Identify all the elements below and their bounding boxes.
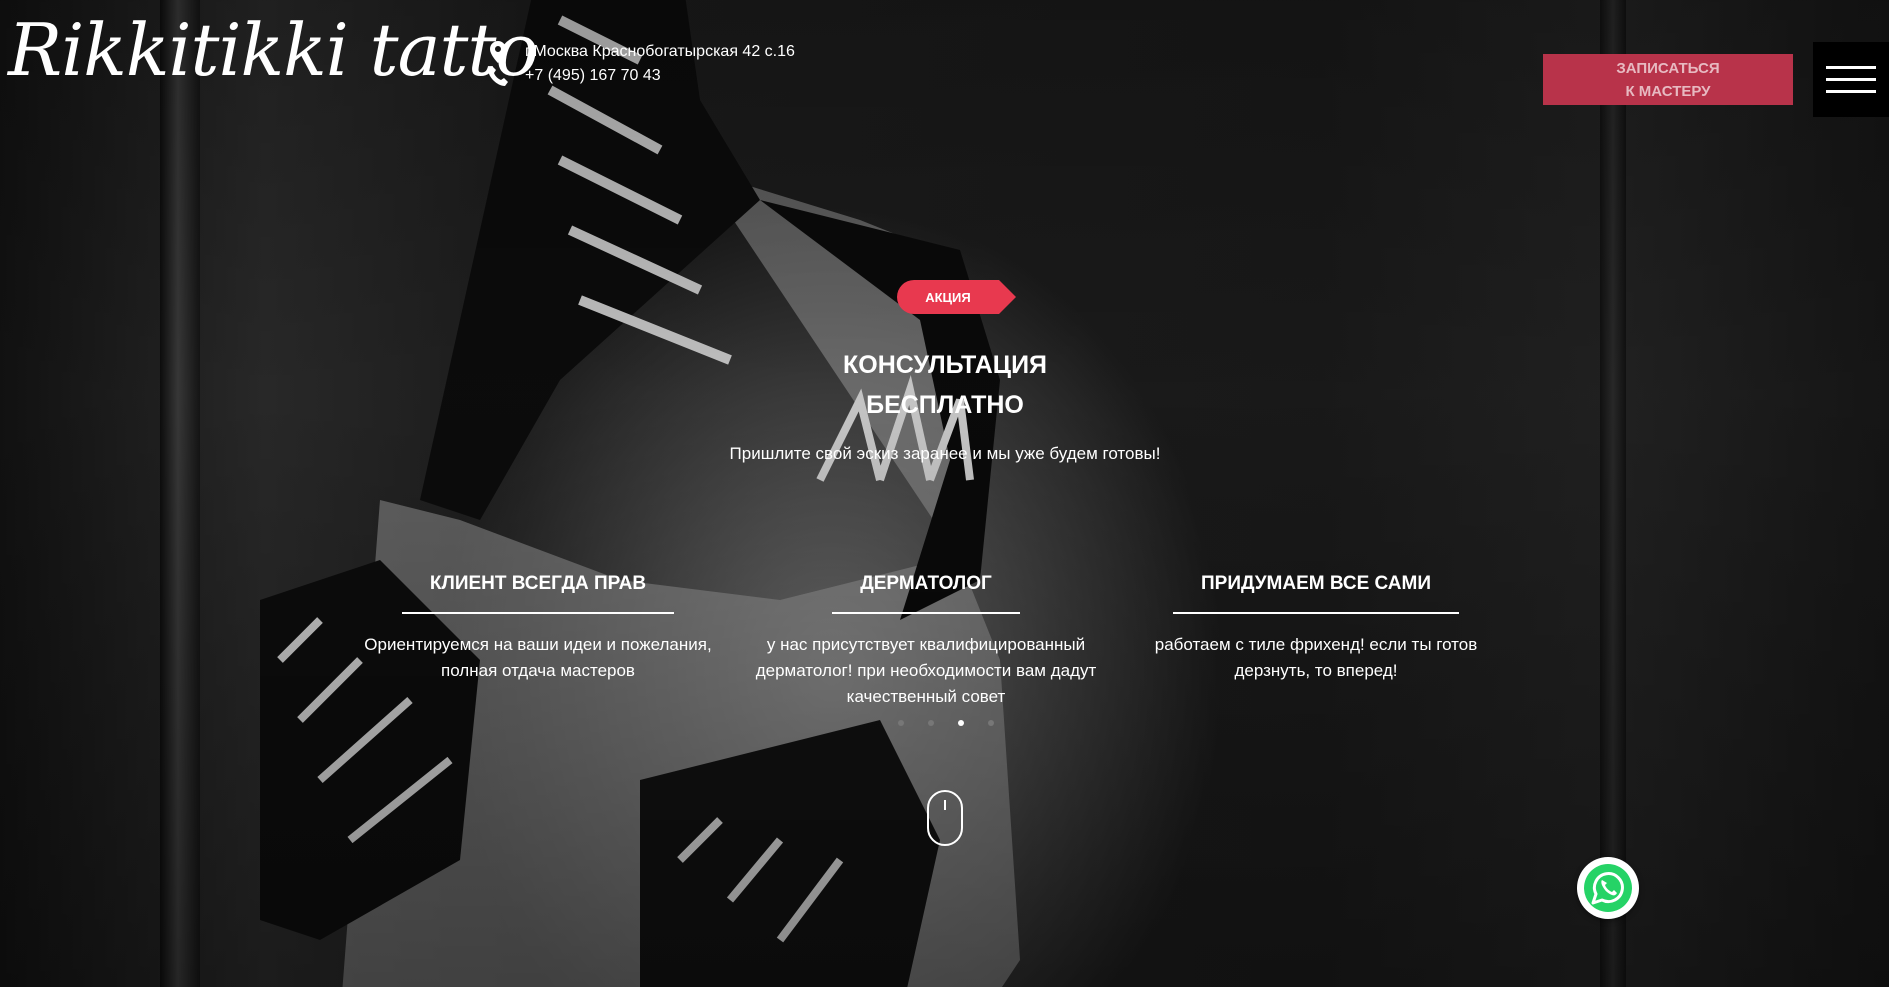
header-contacts: г.Москва Краснобогатырская 42 с.16 +7 (4… — [485, 40, 795, 88]
feature-title: ПРИДУМАЕМ ВСЕ САМИ — [1172, 570, 1460, 614]
site-logo[interactable]: Rikkitikki tatto — [8, 14, 539, 86]
feature-text: работаем с тиле фрихенд! если ты готов д… — [1154, 635, 1478, 680]
mouse-scroll-icon[interactable] — [927, 790, 963, 846]
feature-item: КЛИЕНТ ВСЕГДА ПРАВ Ориентируемся на ваши… — [338, 570, 738, 684]
phone-icon — [485, 65, 511, 87]
feature-item: ДЕРМАТОЛОГ у нас присутствует квалифицир… — [726, 570, 1126, 710]
book-button-label-line1: ЗАПИСАТЬСЯ — [1616, 59, 1720, 77]
book-master-button[interactable]: ЗАПИСАТЬСЯ К МАСТЕРУ — [1543, 54, 1793, 105]
phone-row[interactable]: +7 (495) 167 70 43 — [485, 64, 795, 88]
feature-title: КЛИЕНТ ВСЕГДА ПРАВ — [401, 570, 675, 614]
hamburger-menu-icon[interactable] — [1813, 42, 1889, 117]
promo-badge: АКЦИЯ — [897, 280, 1016, 314]
address-row: г.Москва Краснобогатырская 42 с.16 — [485, 40, 795, 64]
book-button-label-line2: К МАСТЕРУ — [1625, 82, 1711, 100]
slider-pagination — [898, 720, 994, 726]
promo-title-line1: КОНСУЛЬТАЦИЯ — [842, 351, 1048, 379]
feature-text: Ориентируемся на ваши идеи и пожелания, … — [364, 635, 712, 680]
phone-link[interactable]: +7 (495) 167 70 43 — [525, 64, 661, 88]
slider-dot[interactable] — [898, 720, 904, 726]
promo-title: КОНСУЛЬТАЦИЯ БЕСПЛАТНО — [745, 345, 1145, 425]
location-pin-icon — [485, 41, 511, 63]
whatsapp-icon[interactable] — [1577, 857, 1639, 919]
promo-subtitle: Пришлите свой эскиз заранее и мы уже буд… — [729, 444, 1161, 463]
address-text: г.Москва Краснобогатырская 42 с.16 — [525, 43, 795, 60]
promo-title-line2: БЕСПЛАТНО — [866, 391, 1024, 419]
slider-dot[interactable] — [988, 720, 994, 726]
feature-text: у нас присутствует квалифицированный дер… — [755, 635, 1097, 706]
slider-dot[interactable] — [928, 720, 934, 726]
feature-title: ДЕРМАТОЛОГ — [832, 570, 1020, 614]
feature-item: ПРИДУМАЕМ ВСЕ САМИ работаем с тиле фрихе… — [1116, 570, 1516, 684]
slider-dot[interactable] — [958, 720, 964, 726]
